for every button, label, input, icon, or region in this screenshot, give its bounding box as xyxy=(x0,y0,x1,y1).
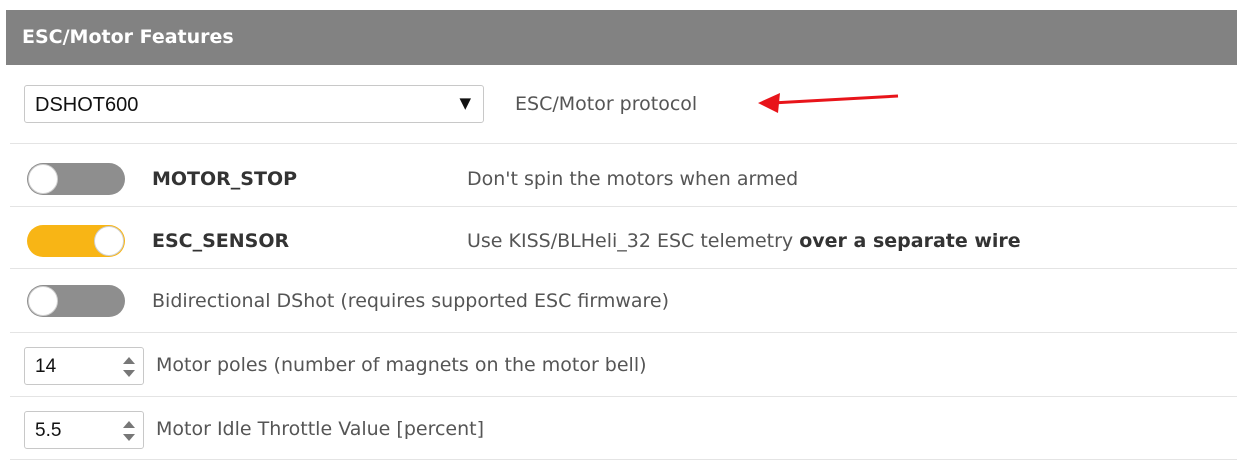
motor-poles-value: 14 xyxy=(35,356,57,377)
esc-protocol-label: ESC/Motor protocol xyxy=(515,93,698,115)
motor-poles-input[interactable]: 14 xyxy=(24,347,144,385)
idle-throttle-input[interactable]: 5.5 xyxy=(24,411,144,449)
divider xyxy=(10,396,1237,397)
divider xyxy=(10,332,1237,333)
esc-protocol-value: DSHOT600 xyxy=(35,94,139,116)
toggle-knob xyxy=(28,286,58,316)
divider xyxy=(10,268,1237,269)
esc-motor-features-panel: ESC/Motor Features DSHOT600 ▼ ESC/Motor … xyxy=(6,10,1237,461)
esc-sensor-description-text: Use KISS/BLHeli_32 ESC telemetry xyxy=(467,230,800,252)
divider xyxy=(10,459,1237,460)
motor-stop-description: Don't spin the motors when armed xyxy=(467,168,799,190)
esc-sensor-toggle[interactable] xyxy=(27,225,125,257)
bidirectional-dshot-toggle[interactable] xyxy=(27,285,125,317)
toggle-knob xyxy=(94,226,124,256)
esc-protocol-select[interactable]: DSHOT600 ▼ xyxy=(24,85,484,123)
esc-sensor-name: ESC_SENSOR xyxy=(152,230,290,252)
motor-stop-toggle[interactable] xyxy=(27,163,125,195)
bidirectional-dshot-description: Bidirectional DShot (requires supported … xyxy=(152,290,670,312)
panel-title: ESC/Motor Features xyxy=(6,10,1237,65)
motor-poles-label: Motor poles (number of magnets on the mo… xyxy=(156,354,647,376)
toggle-knob xyxy=(28,164,58,194)
divider xyxy=(10,143,1237,144)
red-arrow-annotation-icon xyxy=(758,93,899,113)
dropdown-arrow-icon: ▼ xyxy=(459,94,471,112)
divider xyxy=(10,206,1237,207)
spinner-arrows-icon[interactable] xyxy=(123,355,135,379)
esc-sensor-description-emphasis: over a separate wire xyxy=(799,230,1021,252)
esc-sensor-description: Use KISS/BLHeli_32 ESC telemetry over a … xyxy=(467,230,1021,252)
idle-throttle-label: Motor Idle Throttle Value [percent] xyxy=(156,418,485,440)
idle-throttle-value: 5.5 xyxy=(35,420,62,441)
motor-stop-name: MOTOR_STOP xyxy=(152,168,298,190)
spinner-arrows-icon[interactable] xyxy=(123,419,135,443)
